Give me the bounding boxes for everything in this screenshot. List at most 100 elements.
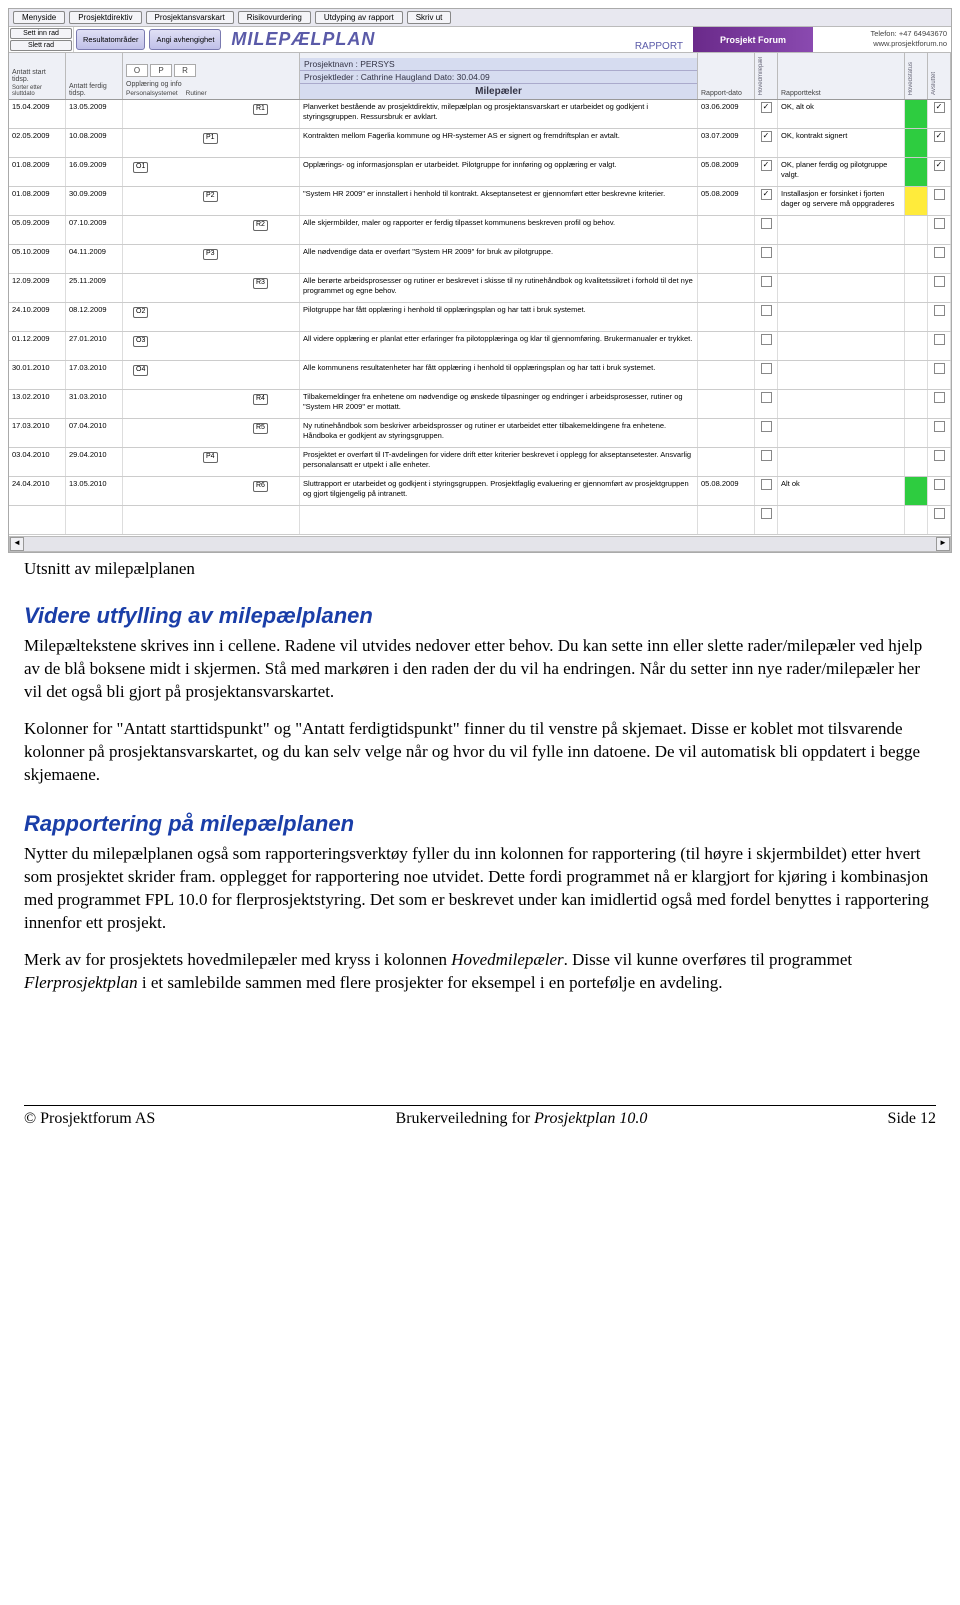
cell-status[interactable]: [905, 361, 928, 389]
cell-start-date[interactable]: 17.03.2010: [9, 419, 66, 447]
cell-status[interactable]: [905, 448, 928, 476]
cell-milepael-text[interactable]: Prosjektet er overført til IT-avdelingen…: [300, 448, 698, 476]
cell-rapporttekst[interactable]: OK, kontrakt signert: [778, 129, 905, 157]
cell-end-date[interactable]: 17.03.2010: [66, 361, 123, 389]
cell-avsluttet-checkbox[interactable]: [928, 390, 951, 418]
milestone-node[interactable]: R5: [253, 423, 268, 434]
cell-rapporttekst[interactable]: OK, planer ferdig og pilotgruppe valgt.: [778, 158, 905, 186]
btn-sett-inn-rad[interactable]: Sett inn rad: [10, 28, 72, 39]
cell-hovedmilepael-checkbox[interactable]: [755, 361, 778, 389]
cell-avsluttet-checkbox[interactable]: [928, 245, 951, 273]
milestone-node[interactable]: P4: [203, 452, 218, 463]
milestone-node[interactable]: P2: [203, 191, 218, 202]
cell-avsluttet-checkbox[interactable]: ✓: [928, 158, 951, 186]
cell-rapport-dato[interactable]: [698, 216, 755, 244]
btn-prosjektdirektiv[interactable]: Prosjektdirektiv: [69, 11, 141, 24]
cell-start-date[interactable]: 15.04.2009: [9, 100, 66, 128]
cell-status[interactable]: [905, 419, 928, 447]
cell-hovedmilepael-checkbox[interactable]: [755, 448, 778, 476]
table-row[interactable]: 03.04.201029.04.2010P4Prosjektet er over…: [9, 448, 951, 477]
table-row[interactable]: [9, 506, 951, 535]
cell-rapport-dato[interactable]: 03.07.2009: [698, 129, 755, 157]
cell-milepael-text[interactable]: Alle berørte arbeidsprosesser og rutiner…: [300, 274, 698, 302]
cell-milepael-text[interactable]: Alle kommunens resultatenheter har fått …: [300, 361, 698, 389]
cell-start-date[interactable]: 24.10.2009: [9, 303, 66, 331]
cell-hovedmilepael-checkbox[interactable]: ✓: [755, 158, 778, 186]
cell-start-date[interactable]: 30.01.2010: [9, 361, 66, 389]
cell-avsluttet-checkbox[interactable]: [928, 361, 951, 389]
cell-avsluttet-checkbox[interactable]: [928, 274, 951, 302]
cell-milepael-text[interactable]: Kontrakten mellom Fagerlia kommune og HR…: [300, 129, 698, 157]
cell-end-date[interactable]: 07.04.2010: [66, 419, 123, 447]
cell-rapport-dato[interactable]: [698, 245, 755, 273]
cell-hovedmilepael-checkbox[interactable]: [755, 390, 778, 418]
cell-avsluttet-checkbox[interactable]: [928, 419, 951, 447]
btn-risikovurdering[interactable]: Risikovurdering: [238, 11, 311, 24]
cell-rapporttekst[interactable]: [778, 274, 905, 302]
cell-rapporttekst[interactable]: [778, 332, 905, 360]
cell-status[interactable]: [905, 506, 928, 534]
cell-hovedmilepael-checkbox[interactable]: [755, 477, 778, 505]
milestone-node[interactable]: R4: [253, 394, 268, 405]
cell-rapport-dato[interactable]: [698, 332, 755, 360]
table-row[interactable]: 05.09.200907.10.2009R2Alle skjermbilder,…: [9, 216, 951, 245]
table-row[interactable]: 02.05.200910.08.2009P1Kontrakten mellom …: [9, 129, 951, 158]
cell-avsluttet-checkbox[interactable]: [928, 216, 951, 244]
btn-menyside[interactable]: Menyside: [13, 11, 65, 24]
cell-end-date[interactable]: 07.10.2009: [66, 216, 123, 244]
cell-start-date[interactable]: 05.10.2009: [9, 245, 66, 273]
table-row[interactable]: 30.01.201017.03.2010O4Alle kommunens res…: [9, 361, 951, 390]
milestone-node[interactable]: O2: [133, 307, 148, 318]
cell-milepael-text[interactable]: Sluttrapport er utarbeidet og godkjent i…: [300, 477, 698, 505]
milestone-node[interactable]: R6: [253, 481, 268, 492]
cell-rapport-dato[interactable]: 05.08.2009: [698, 187, 755, 215]
cell-rapporttekst[interactable]: [778, 390, 905, 418]
cell-end-date[interactable]: 29.04.2010: [66, 448, 123, 476]
table-row[interactable]: 12.09.200925.11.2009R3Alle berørte arbei…: [9, 274, 951, 303]
cell-hovedmilepael-checkbox[interactable]: [755, 506, 778, 534]
cell-milepael-text[interactable]: Ny rutinehåndbok som beskriver arbeidspr…: [300, 419, 698, 447]
cell-hovedmilepael-checkbox[interactable]: [755, 216, 778, 244]
cell-end-date[interactable]: 16.09.2009: [66, 158, 123, 186]
cell-end-date[interactable]: 13.05.2010: [66, 477, 123, 505]
milestone-node[interactable]: P1: [203, 133, 218, 144]
table-row[interactable]: 01.08.200930.09.2009P2"System HR 2009" e…: [9, 187, 951, 216]
cell-end-date[interactable]: 30.09.2009: [66, 187, 123, 215]
cell-hovedmilepael-checkbox[interactable]: ✓: [755, 187, 778, 215]
cell-avsluttet-checkbox[interactable]: [928, 477, 951, 505]
cell-end-date[interactable]: 08.12.2009: [66, 303, 123, 331]
cell-end-date[interactable]: 31.03.2010: [66, 390, 123, 418]
cell-avsluttet-checkbox[interactable]: [928, 506, 951, 534]
cell-milepael-text[interactable]: Tilbakemeldinger fra enhetene om nødvend…: [300, 390, 698, 418]
cell-rapport-dato[interactable]: [698, 448, 755, 476]
cell-milepael-text[interactable]: "System HR 2009" er innstallert i henhol…: [300, 187, 698, 215]
scroll-left-icon[interactable]: ◄: [10, 537, 24, 551]
table-row[interactable]: 24.04.201013.05.2010R6Sluttrapport er ut…: [9, 477, 951, 506]
cell-end-date[interactable]: 13.05.2009: [66, 100, 123, 128]
cell-status[interactable]: [905, 332, 928, 360]
btn-prosjektansvarskart[interactable]: Prosjektansvarskart: [146, 11, 234, 24]
cell-status[interactable]: [905, 158, 928, 186]
btn-resultatomraader[interactable]: Resultatområder: [76, 29, 145, 50]
cell-status[interactable]: [905, 216, 928, 244]
cell-start-date[interactable]: 05.09.2009: [9, 216, 66, 244]
table-row[interactable]: 05.10.200904.11.2009P3Alle nødvendige da…: [9, 245, 951, 274]
cell-status[interactable]: [905, 245, 928, 273]
cell-milepael-text[interactable]: [300, 506, 698, 534]
cell-avsluttet-checkbox[interactable]: [928, 332, 951, 360]
cell-rapport-dato[interactable]: [698, 303, 755, 331]
cell-rapporttekst[interactable]: [778, 361, 905, 389]
cell-avsluttet-checkbox[interactable]: ✓: [928, 100, 951, 128]
cell-rapporttekst[interactable]: [778, 303, 905, 331]
cell-rapport-dato[interactable]: 05.08.2009: [698, 477, 755, 505]
btn-angi-avhengighet[interactable]: Angi avhengighet: [149, 29, 221, 50]
milestone-node[interactable]: R3: [253, 278, 268, 289]
cell-end-date[interactable]: 04.11.2009: [66, 245, 123, 273]
milestone-node[interactable]: R1: [253, 104, 268, 115]
table-row[interactable]: 24.10.200908.12.2009O2Pilotgruppe har få…: [9, 303, 951, 332]
table-row[interactable]: 13.02.201031.03.2010R4Tilbakemeldinger f…: [9, 390, 951, 419]
milestone-node[interactable]: O3: [133, 336, 148, 347]
milestone-node[interactable]: P3: [203, 249, 218, 260]
cell-status[interactable]: [905, 100, 928, 128]
cell-end-date[interactable]: [66, 506, 123, 534]
